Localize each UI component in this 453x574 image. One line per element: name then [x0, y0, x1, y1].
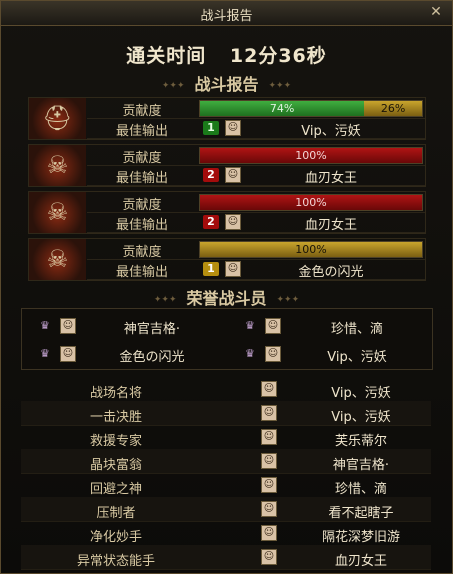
- contribution-bar-segment: 26%: [364, 101, 422, 116]
- fire-helmet-icon: ⛑: [29, 98, 86, 139]
- contribution-bar-segment: 100%: [200, 148, 422, 163]
- title-bar[interactable]: 战斗报告 ✕: [1, 1, 452, 26]
- avatar: ☺: [265, 318, 281, 334]
- honor-member[interactable]: ♛ ☺ 金色の闪光: [22, 341, 222, 367]
- clear-time-value: 12分36秒: [229, 45, 327, 67]
- player-card: ☠ 贡献度 100% 最佳输出 2 ☺ 血刃女王: [28, 191, 426, 234]
- best-output-row: 最佳输出 1 ☺ 金色の闪光: [87, 259, 425, 280]
- award-player[interactable]: 隔花深梦旧游: [291, 526, 431, 545]
- award-player[interactable]: Vip、污妖: [291, 406, 431, 425]
- award-row: 战场名将 ☺ Vip、污妖: [21, 377, 431, 402]
- avatar: ☺: [261, 405, 277, 421]
- contribution-row: 贡献度 100%: [87, 239, 425, 260]
- avatar: ☺: [261, 501, 277, 517]
- crown-icon: ♛: [245, 319, 255, 332]
- contribution-label: 贡献度: [122, 198, 162, 213]
- best-output-player[interactable]: 血刃女王: [237, 214, 425, 233]
- clear-time: 通关时间 12分36秒: [1, 41, 452, 68]
- contribution-row: 贡献度 100%: [87, 145, 425, 166]
- best-output-label: 最佳输出: [115, 171, 168, 186]
- award-row: 压制者 ☺ 看不起瞎子: [21, 497, 431, 522]
- avatar: ☺: [261, 525, 277, 541]
- award-player[interactable]: 看不起瞎子: [291, 502, 431, 521]
- report-heading: 战斗报告: [1, 71, 452, 95]
- contribution-bar-segment: 100%: [200, 242, 422, 257]
- golden-horned-helmet-icon: ☠: [29, 192, 86, 233]
- best-output-row: 最佳输出 2 ☺ 血刃女王: [87, 212, 425, 233]
- crown-icon: ♛: [40, 319, 50, 332]
- avatar: ☺: [60, 346, 76, 362]
- award-row: 救援专家 ☺ 芙乐蒂尔: [21, 425, 431, 450]
- award-row: 异常状态能手 ☺ 血刃女王: [21, 545, 431, 570]
- contribution-bar: 74% 26%: [199, 100, 423, 117]
- contribution-bar: 100%: [199, 241, 423, 258]
- award-player[interactable]: Vip、污妖: [291, 382, 431, 401]
- award-title: 一击决胜: [89, 410, 142, 425]
- awards-table: 战场名将 ☺ Vip、污妖 一击决胜 ☺ Vip、污妖 救援专家 ☺ 芙乐蒂尔 晶块富…: [21, 377, 431, 573]
- contribution-bar: 100%: [199, 194, 423, 211]
- best-output-label: 最佳输出: [115, 218, 168, 233]
- best-output-row: 最佳输出 2 ☺ 血刃女王: [87, 165, 425, 186]
- contribution-row: 贡献度 74% 26%: [87, 98, 425, 119]
- contribution-bar-segment: 100%: [200, 195, 422, 210]
- rank-badge: 2: [203, 168, 219, 182]
- best-output-label: 最佳输出: [115, 265, 168, 280]
- award-row: 一击决胜 ☺ Vip、污妖: [21, 401, 431, 426]
- best-output-player[interactable]: Vip、污妖: [237, 120, 425, 139]
- award-title: 回避之神: [89, 482, 142, 497]
- award-title: 战场名将: [89, 386, 142, 401]
- award-title: 压制者: [96, 506, 136, 521]
- avatar: ☺: [60, 318, 76, 334]
- rank-badge: 1: [203, 262, 219, 276]
- contribution-label: 贡献度: [122, 245, 162, 260]
- best-output-row: 最佳输出 1 ☺ Vip、污妖: [87, 118, 425, 139]
- award-row: 晶块富翁 ☺ 神官吉格·: [21, 449, 431, 474]
- award-row: 净化妙手 ☺ 隔花深梦旧游: [21, 521, 431, 546]
- award-title: 异常状态能手: [76, 554, 155, 569]
- award-row: 回避之神 ☺ 珍惜、滴: [21, 473, 431, 498]
- award-player[interactable]: 神官吉格·: [291, 454, 431, 473]
- award-title: 净化妙手: [89, 530, 142, 545]
- crown-icon: ♛: [245, 347, 255, 360]
- best-output-label: 最佳输出: [115, 124, 168, 139]
- contribution-label: 贡献度: [122, 104, 162, 119]
- award-player[interactable]: 珍惜、滴: [291, 478, 431, 497]
- avatar: ☺: [261, 549, 277, 565]
- contribution-label: 贡献度: [122, 151, 162, 166]
- award-title: 晶块富翁: [89, 458, 142, 473]
- honor-member[interactable]: ♛ ☺ Vip、污妖: [227, 341, 427, 367]
- player-card: ☠ 贡献度 100% 最佳输出 1 ☺ 金色の闪光: [28, 238, 426, 281]
- honor-members-panel: ♛ ☺ 神官吉格· ♛ ☺ 珍惜、滴 ♛ ☺ 金色の闪光 ♛ ☺ Vip、污妖: [21, 308, 433, 370]
- award-title: 救援专家: [89, 434, 142, 449]
- honor-heading: 荣誉战斗员: [1, 285, 452, 309]
- player-card: ⛑ 贡献度 74% 26% 最佳输出 1 ☺ Vip、污妖: [28, 97, 426, 140]
- award-player[interactable]: 血刃女王: [291, 550, 431, 569]
- avatar: ☺: [261, 429, 277, 445]
- green-horned-helmet-icon: ☠: [29, 145, 86, 186]
- player-card: ☠ 贡献度 100% 最佳输出 2 ☺ 血刃女王: [28, 144, 426, 187]
- avatar: ☺: [261, 453, 277, 469]
- award-player[interactable]: 芙乐蒂尔: [291, 430, 431, 449]
- rank-badge: 1: [203, 121, 219, 135]
- contribution-bar-segment: 74%: [200, 101, 365, 116]
- crown-icon: ♛: [40, 347, 50, 360]
- best-output-player[interactable]: 血刃女王: [237, 167, 425, 186]
- avatar: ☺: [261, 477, 277, 493]
- clear-time-label: 通关时间: [126, 45, 207, 67]
- contribution-row: 贡献度 100%: [87, 192, 425, 213]
- avatar: ☺: [261, 381, 277, 397]
- avatar: ☺: [265, 346, 281, 362]
- contribution-bar: 100%: [199, 147, 423, 164]
- window-title: 战斗报告: [200, 9, 253, 24]
- rank-badge: 2: [203, 215, 219, 229]
- battle-report-window: 战斗报告 ✕ 通关时间 12分36秒 战斗报告 ⛑ 贡献度 74%26% 最佳输…: [0, 0, 453, 574]
- blue-horned-helmet-icon: ☠: [29, 239, 86, 280]
- honor-member[interactable]: ♛ ☺ 神官吉格·: [22, 313, 222, 339]
- honor-member[interactable]: ♛ ☺ 珍惜、滴: [227, 313, 427, 339]
- best-output-player[interactable]: 金色の闪光: [237, 261, 425, 280]
- close-icon[interactable]: ✕: [428, 4, 444, 20]
